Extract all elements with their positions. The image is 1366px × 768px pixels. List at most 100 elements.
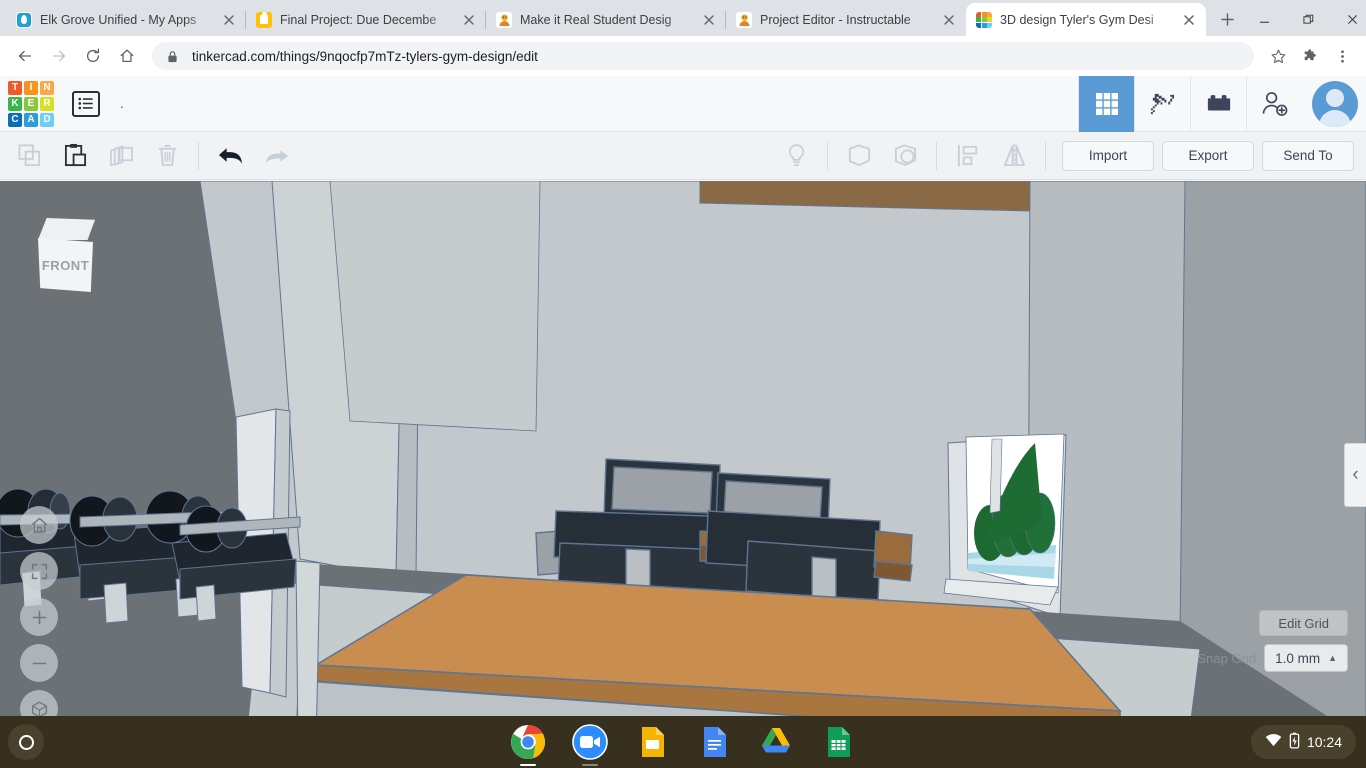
snap-grid-select[interactable]: 1.0 mm ▲ bbox=[1264, 644, 1348, 672]
running-indicator bbox=[582, 763, 598, 766]
align-button[interactable] bbox=[945, 136, 991, 176]
google-classroom-icon bbox=[256, 11, 272, 28]
pickaxe-icon[interactable] bbox=[1134, 75, 1190, 132]
wifi-icon bbox=[1265, 734, 1282, 750]
fit-view-icon[interactable] bbox=[20, 552, 58, 590]
toolbar-divider bbox=[936, 141, 937, 170]
window-controls bbox=[1242, 3, 1366, 36]
close-icon[interactable] bbox=[1180, 11, 1198, 29]
star-icon[interactable] bbox=[1262, 40, 1294, 72]
shelf-item-google-sheets[interactable] bbox=[818, 722, 858, 766]
export-button[interactable]: Export bbox=[1162, 140, 1254, 171]
shelf-status-tray[interactable]: 10:24 bbox=[1250, 725, 1356, 759]
close-icon[interactable] bbox=[460, 11, 478, 29]
close-icon[interactable] bbox=[700, 11, 718, 29]
running-indicator bbox=[520, 763, 536, 766]
logo-tile: T bbox=[8, 80, 22, 95]
project-name[interactable]: . bbox=[120, 96, 124, 111]
copy-button[interactable] bbox=[6, 136, 52, 176]
browser-tab[interactable]: Make it Real Student Desig bbox=[485, 3, 726, 36]
shelf-item-google-slides[interactable] bbox=[632, 722, 672, 766]
view-cube-top-face[interactable] bbox=[37, 218, 95, 240]
browser-tab-active[interactable]: 3D design Tyler's Gym Desi bbox=[966, 3, 1206, 36]
browser-toolbar: tinkercad.com/things/9nqocfp7mTz-tylers-… bbox=[0, 36, 1366, 76]
logo-tile: C bbox=[8, 112, 22, 127]
undo-button[interactable] bbox=[207, 136, 253, 176]
send-to-button[interactable]: Send To bbox=[1262, 140, 1354, 171]
viewport-nav-controls bbox=[20, 506, 58, 724]
import-button[interactable]: Import bbox=[1062, 140, 1154, 171]
plus-icon[interactable] bbox=[20, 598, 58, 636]
logo-tile: A bbox=[24, 112, 38, 127]
group-button[interactable] bbox=[836, 136, 882, 176]
lock-icon bbox=[166, 50, 179, 63]
google-sheets-icon bbox=[828, 727, 850, 757]
shelf-app-list bbox=[0, 722, 1366, 766]
chevron-up-icon: ▲ bbox=[1328, 653, 1337, 663]
gym-design-scene bbox=[0, 181, 1366, 724]
tinkercad-header: T I N K E R C A D . bbox=[0, 75, 1366, 132]
google-slides-icon bbox=[642, 727, 664, 757]
home-icon[interactable] bbox=[20, 506, 58, 544]
forward-arrow-icon[interactable] bbox=[42, 39, 76, 73]
battery-charging-icon bbox=[1289, 732, 1300, 752]
tab-strip: Elk Grove Unified - My Apps Final Projec… bbox=[0, 0, 1366, 36]
grid-controls: Edit Grid Snap Grid 1.0 mm ▲ bbox=[1198, 610, 1348, 672]
tinkercad-logo-icon[interactable]: T I N K E R C A D bbox=[8, 80, 54, 127]
three-dot-menu-icon[interactable] bbox=[1326, 40, 1358, 72]
close-window-button[interactable] bbox=[1330, 4, 1366, 36]
puzzle-icon[interactable] bbox=[1294, 40, 1326, 72]
home-icon[interactable] bbox=[110, 39, 144, 73]
duplicate-button[interactable] bbox=[98, 136, 144, 176]
minus-icon[interactable] bbox=[20, 644, 58, 682]
maximize-window-button[interactable] bbox=[1286, 4, 1330, 36]
redo-button[interactable] bbox=[253, 136, 299, 176]
logo-tile: E bbox=[24, 96, 38, 111]
3d-viewport[interactable]: FRONT Edit Grid Snap Grid 1.0 mm ▲ ‹ bbox=[0, 181, 1366, 724]
shelf-item-google-docs[interactable] bbox=[694, 722, 734, 766]
project-list-icon[interactable] bbox=[72, 90, 100, 117]
view-cube-label: FRONT bbox=[41, 258, 90, 273]
lego-brick-icon[interactable] bbox=[1190, 75, 1246, 132]
close-icon[interactable] bbox=[220, 11, 238, 29]
logo-tile: D bbox=[40, 112, 54, 127]
view-cube[interactable]: FRONT bbox=[33, 218, 99, 294]
instructables-icon bbox=[496, 11, 512, 28]
edit-grid-button[interactable]: Edit Grid bbox=[1259, 610, 1348, 636]
scene-render bbox=[0, 181, 1366, 724]
grid-icon[interactable] bbox=[1078, 75, 1134, 132]
add-person-icon[interactable] bbox=[1246, 75, 1302, 132]
browser-tab[interactable]: Project Editor - Instructable bbox=[725, 3, 966, 36]
back-arrow-icon[interactable] bbox=[8, 39, 42, 73]
toolbar-divider bbox=[1045, 141, 1046, 170]
url-host: tinkercad.com bbox=[192, 48, 277, 64]
mirror-button[interactable] bbox=[991, 136, 1037, 176]
view-cube-front-face[interactable]: FRONT bbox=[38, 238, 93, 292]
ungroup-button[interactable] bbox=[882, 136, 928, 176]
logo-tile: K bbox=[8, 96, 22, 111]
browser-window: Elk Grove Unified - My Apps Final Projec… bbox=[0, 0, 1366, 768]
shelf-item-google-drive[interactable] bbox=[756, 722, 796, 766]
close-icon[interactable] bbox=[940, 11, 958, 29]
panel-collapse-toggle[interactable]: ‹ bbox=[1344, 443, 1366, 507]
avatar[interactable] bbox=[1312, 80, 1358, 127]
elk-grove-icon bbox=[16, 11, 32, 28]
minimize-window-button[interactable] bbox=[1242, 4, 1286, 36]
snap-grid-label: Snap Grid bbox=[1197, 650, 1257, 666]
url-path: /things/9nqocfp7mTz-tylers-gym-design/ed… bbox=[276, 48, 538, 64]
new-tab-button[interactable] bbox=[1212, 4, 1242, 34]
header-actions bbox=[1078, 75, 1366, 132]
delete-button[interactable] bbox=[144, 136, 190, 176]
toolbar-divider bbox=[827, 141, 828, 170]
paste-button[interactable] bbox=[52, 136, 98, 176]
shelf-item-zoom[interactable] bbox=[570, 722, 610, 766]
reload-icon[interactable] bbox=[76, 39, 110, 73]
browser-tab[interactable]: Elk Grove Unified - My Apps bbox=[6, 3, 246, 36]
tinkercad-toolbar: Import Export Send To bbox=[0, 132, 1366, 180]
logo-tile: N bbox=[40, 80, 54, 95]
hint-lightbulb-icon[interactable] bbox=[773, 136, 819, 176]
browser-tab[interactable]: Final Project: Due Decembe bbox=[245, 3, 486, 36]
address-bar[interactable]: tinkercad.com/things/9nqocfp7mTz-tylers-… bbox=[152, 42, 1254, 70]
shelf-item-chrome[interactable] bbox=[508, 722, 548, 766]
tab-title: Final Project: Due Decembe bbox=[280, 12, 437, 27]
